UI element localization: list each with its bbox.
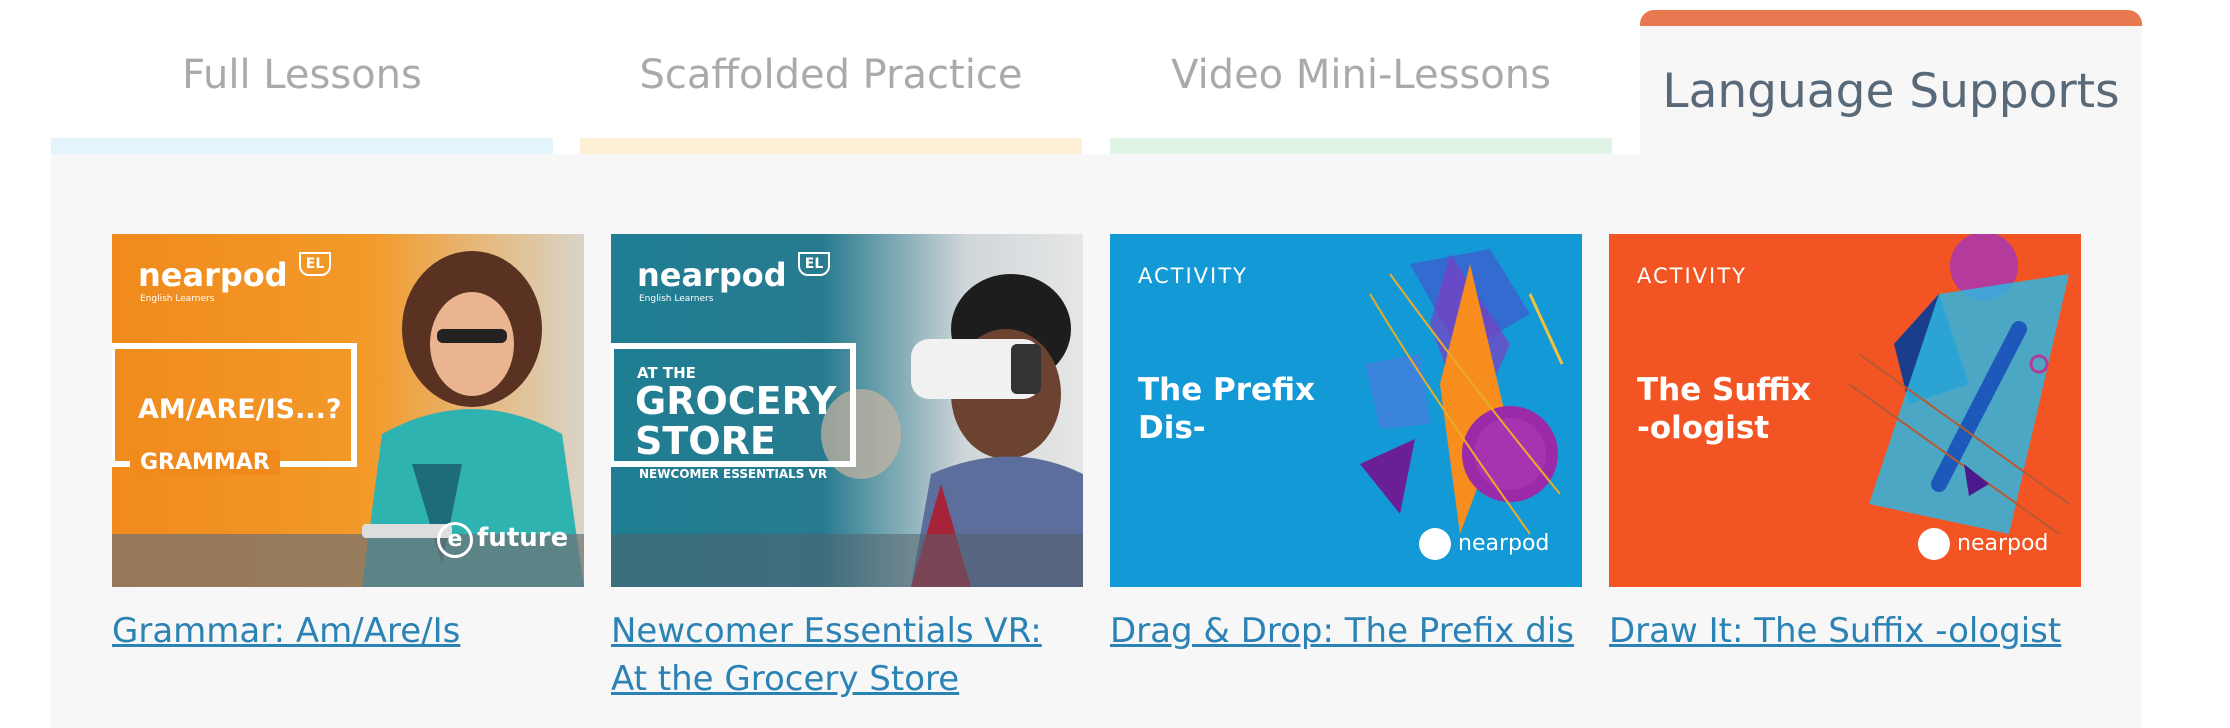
thumb-title-2: -ologist	[1637, 410, 1770, 446]
tab-label: Scaffolded Practice	[639, 52, 1023, 98]
tab-label: Language Supports	[1662, 64, 2120, 119]
lesson-link[interactable]: Newcomer Essentials VR: At the Grocery S…	[611, 607, 1083, 703]
lesson-thumbnail[interactable]: nearpod EL English Learners AM/ARE/IS...…	[112, 234, 584, 587]
brand-sub: English Learners	[639, 294, 714, 304]
thumb-title-2: STORE	[635, 419, 776, 463]
thumb-title: The Prefix	[1138, 372, 1316, 408]
tab-label: Full Lessons	[182, 52, 422, 98]
lesson-link[interactable]: Grammar: Am/Are/Is	[112, 607, 584, 655]
partner-logo: e future	[437, 522, 568, 558]
thumb-title: The Suffix	[1637, 372, 1811, 408]
brand-logo: nearpod	[1957, 531, 2049, 556]
lesson-thumbnail[interactable]: nearpod EL English Learners AT THE GROCE…	[611, 234, 1083, 587]
thumb-title-2: Dis-	[1138, 410, 1206, 446]
brand-logo: nearpod EL	[138, 252, 332, 294]
tab-video-mini-lessons[interactable]: Video Mini-Lessons	[1110, 0, 1612, 154]
lesson-link[interactable]: Draw It: The Suffix -ologist	[1609, 607, 2081, 655]
thumb-title: AM/ARE/IS...?	[138, 394, 342, 425]
lesson-thumbnail[interactable]: ACTIVITY The Prefix Dis- nearpod	[1110, 234, 1582, 587]
thumb-kind: ACTIVITY	[1138, 264, 1248, 288]
lesson-card: ACTIVITY The Prefix Dis- nearpod Drag & …	[1110, 234, 1582, 655]
lesson-thumbnail[interactable]: ACTIVITY The Suffix -ologist nearpod	[1609, 234, 2081, 587]
tab-language-supports[interactable]: Language Supports	[1640, 10, 2142, 156]
tab-label: Video Mini-Lessons	[1171, 52, 1551, 98]
thumb-title: GROCERY	[635, 379, 837, 423]
brand-sub: English Learners	[140, 294, 215, 304]
thumb-subtitle: NEWCOMER ESSENTIALS VR	[639, 467, 828, 481]
tab-active-bar	[1640, 10, 2142, 26]
tab-full-lessons[interactable]: Full Lessons	[51, 0, 553, 154]
lesson-link[interactable]: Drag & Drop: The Prefix dis	[1110, 607, 1582, 655]
tab-scaffolded-practice[interactable]: Scaffolded Practice	[580, 0, 1082, 154]
brand-logo: nearpod	[1458, 531, 1550, 556]
lesson-card: nearpod EL English Learners AT THE GROCE…	[611, 234, 1083, 703]
tab-accent-bar	[51, 138, 553, 154]
tab-accent-bar	[1110, 138, 1612, 154]
thumb-subtitle: GRAMMAR	[130, 450, 280, 475]
brand-logo: nearpod EL	[637, 252, 831, 294]
tab-accent-bar	[580, 138, 1082, 154]
language-supports-panel: nearpod EL English Learners AM/ARE/IS...…	[51, 154, 2142, 728]
lesson-card: nearpod EL English Learners AM/ARE/IS...…	[112, 234, 584, 655]
lesson-card: ACTIVITY The Suffix -ologist nearpod Dra…	[1609, 234, 2081, 655]
thumb-kind: ACTIVITY	[1637, 264, 1747, 288]
